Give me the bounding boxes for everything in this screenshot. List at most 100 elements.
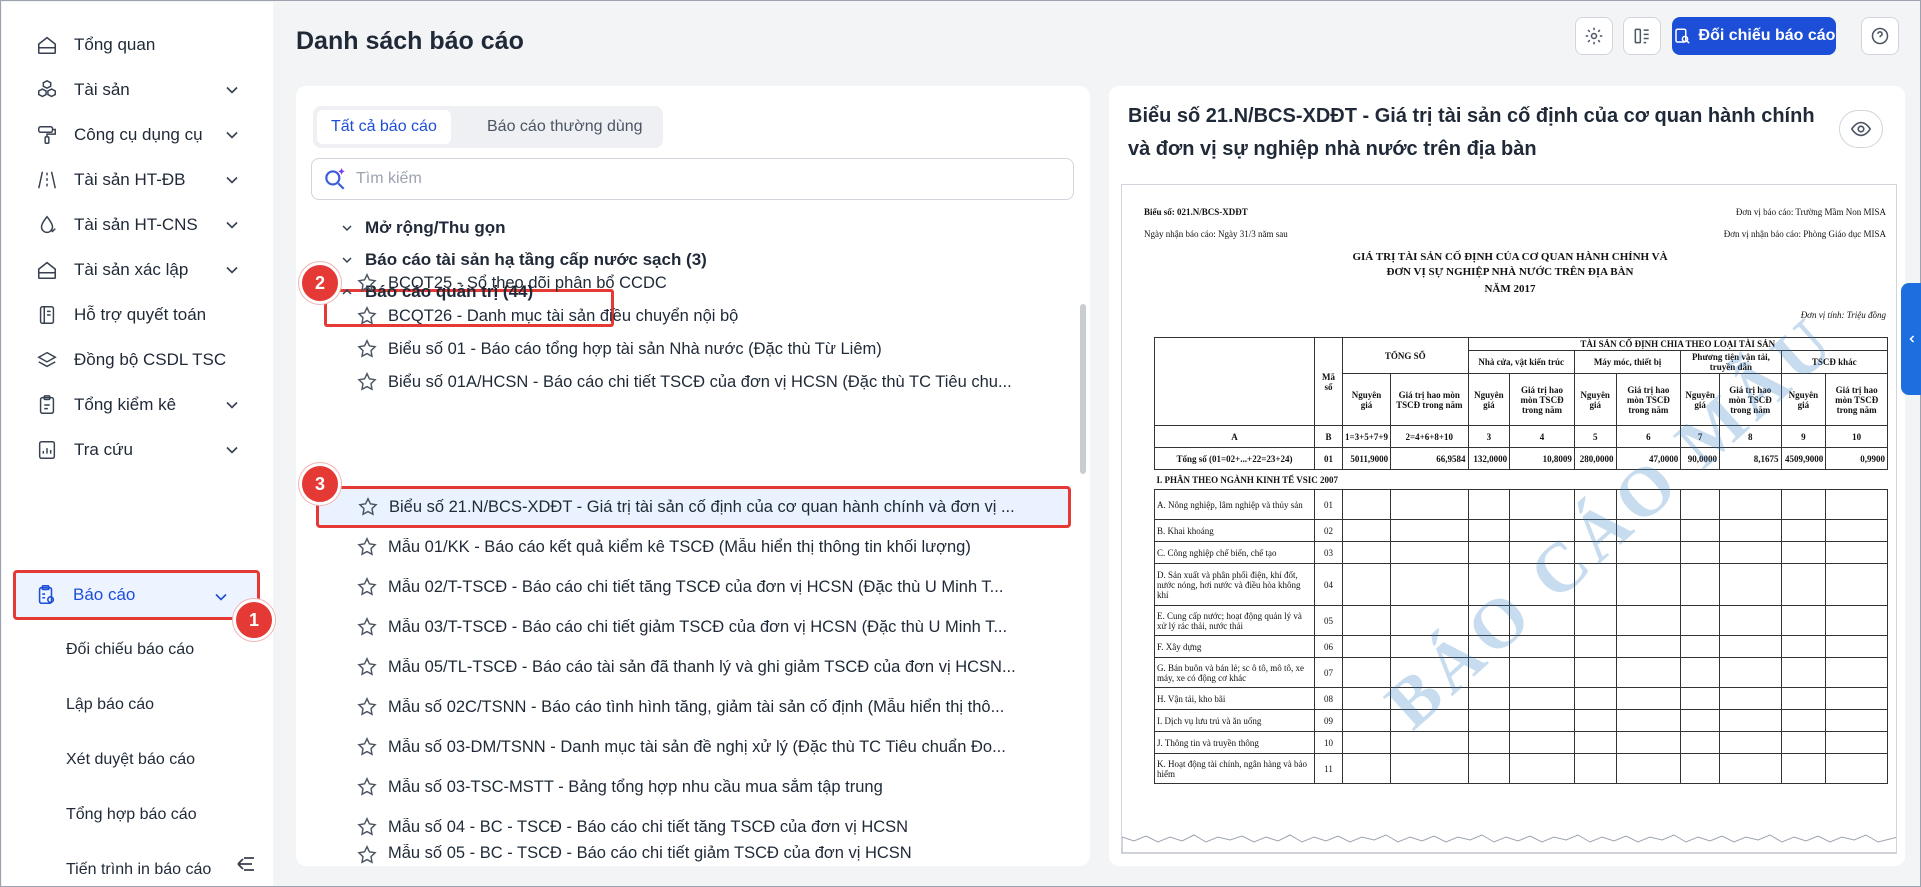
step-badge-2: 2 bbox=[299, 262, 341, 304]
chevron-down-icon[interactable] bbox=[222, 440, 242, 460]
table-cell: 01 bbox=[1314, 489, 1343, 520]
table-cell: 0,9900 bbox=[1825, 447, 1888, 470]
reporting-unit: Đơn vị báo cáo: Trường Mầm Non MISA bbox=[1735, 207, 1886, 217]
table-cell: 10 bbox=[1314, 731, 1343, 754]
star-icon[interactable] bbox=[356, 736, 378, 758]
chevron-down-icon[interactable] bbox=[222, 170, 242, 190]
sidebar-item-cong-cu-dung-cu[interactable]: Công cụ dụng cụ bbox=[14, 111, 268, 159]
sidebar-item-label: Đồng bộ CSDL TSC bbox=[74, 350, 227, 369]
report-name: Mẫu số 05 - BC - TSCĐ - Báo cáo chi tiết… bbox=[388, 844, 912, 862]
star-icon[interactable] bbox=[356, 536, 378, 558]
report-row[interactable]: Mẫu 02/T-TSCĐ - Báo cáo chi tiết tăng TS… bbox=[356, 568, 1081, 606]
star-icon[interactable] bbox=[356, 816, 378, 838]
table-cell: 02 bbox=[1314, 519, 1343, 542]
tab-frequent-reports[interactable]: Báo cáo thường dùng bbox=[473, 110, 657, 144]
table-cell: 3 bbox=[1467, 425, 1511, 448]
report-row[interactable]: Mẫu số 03-TSC-MSTT - Bảng tổng hợp nhu c… bbox=[356, 768, 1081, 806]
doc-year: NĂM 2017 bbox=[1484, 283, 1536, 295]
report-row[interactable]: Mẫu số 02C/TSNN - Báo cáo tình hình tăng… bbox=[356, 688, 1081, 726]
star-icon[interactable] bbox=[356, 656, 378, 678]
search-box[interactable] bbox=[311, 158, 1074, 200]
star-icon[interactable] bbox=[356, 272, 378, 294]
expand-collapse-toggle[interactable]: Mở rộng/Thu gọn bbox=[339, 218, 506, 238]
receiving-unit: Đơn vị nhận báo cáo: Phòng Giáo dục MISA bbox=[1723, 229, 1886, 239]
sidebar-item-tra-cuu[interactable]: Tra cứu bbox=[14, 426, 268, 474]
sub-item-tien-trinh-in-bao-cao[interactable]: Tiến trình in báo cáo bbox=[66, 861, 211, 879]
help-button[interactable] bbox=[1861, 17, 1899, 55]
star-icon[interactable] bbox=[356, 776, 378, 798]
sidebar-item-tong-quan[interactable]: Tổng quan bbox=[14, 21, 268, 69]
star-icon[interactable] bbox=[356, 616, 378, 638]
ai-search-icon bbox=[325, 168, 345, 190]
sidebar-item-tai-san[interactable]: Tài sản bbox=[14, 66, 268, 114]
table-cell: 11 bbox=[1314, 753, 1343, 784]
report-name: Biểu số 21.N/BCS-XDĐT - Giá trị tài sản … bbox=[389, 497, 1015, 516]
table-cell: B bbox=[1314, 425, 1343, 448]
table-header-dep: Giá trị hao mòn TSCĐ trong năm bbox=[1825, 373, 1888, 426]
collapse-sidebar-button[interactable] bbox=[224, 852, 264, 876]
chevron-down-icon[interactable] bbox=[222, 260, 242, 280]
doi-chieu-bao-cao-button[interactable]: Đối chiếu báo cáo bbox=[1672, 17, 1836, 55]
report-preview-panel: Biểu số 21.N/BCS-XDĐT - Giá trị tài sản … bbox=[1109, 86, 1905, 866]
chevron-down-icon[interactable] bbox=[222, 215, 242, 235]
table-cell: 66,9584 bbox=[1390, 447, 1469, 470]
layout-icon bbox=[1634, 28, 1649, 44]
sidebar-item-ho-tro-quyet-toan[interactable]: Hỗ trợ quyết toán bbox=[14, 291, 268, 339]
star-icon[interactable] bbox=[356, 371, 378, 393]
sidebar-item-label: Tài sản HT-CNS bbox=[74, 215, 198, 234]
sub-item-xet-duyet-bao-cao[interactable]: Xét duyệt báo cáo bbox=[66, 751, 195, 769]
report-row[interactable]: Mẫu số 03-DM/TSNN - Danh mục tài sản đề … bbox=[356, 728, 1081, 766]
report-name: Mẫu số 03-TSC-MSTT - Bảng tổng hợp nhu c… bbox=[388, 777, 883, 796]
chevron-down-icon[interactable] bbox=[222, 395, 242, 415]
report-row-selected[interactable]: Biểu số 21.N/BCS-XDĐT - Giá trị tài sản … bbox=[316, 486, 1071, 528]
star-icon[interactable] bbox=[356, 338, 378, 360]
table-cell: 2=4+6+8+10 bbox=[1390, 425, 1469, 448]
table-cell: E. Cung cấp nước; hoạt động quản lý và x… bbox=[1154, 605, 1315, 636]
clipboard-icon bbox=[34, 392, 60, 418]
sidebar-item-bao-cao[interactable]: Báo cáo bbox=[13, 570, 260, 620]
list-scrollbar[interactable] bbox=[1080, 304, 1086, 474]
sidebar-item-label: Tài sản xác lập bbox=[74, 260, 189, 279]
report-row[interactable]: Mẫu số 05 - BC - TSCĐ - Báo cáo chi tiết… bbox=[356, 844, 1081, 866]
star-icon[interactable] bbox=[356, 696, 378, 718]
step-badge-3: 3 bbox=[299, 463, 341, 505]
report-row[interactable]: Mẫu 05/TL-TSCĐ - Báo cáo tài sản đã than… bbox=[356, 648, 1081, 686]
report-row[interactable]: Mẫu số 04 - BC - TSCĐ - Báo cáo chi tiết… bbox=[356, 808, 1081, 846]
table-cell: 4 bbox=[1509, 425, 1575, 448]
sidebar-item-tai-san-xac-lap[interactable]: Tài sản xác lập bbox=[14, 246, 268, 294]
report-row[interactable]: Mẫu 03/T-TSCĐ - Báo cáo chi tiết giảm TS… bbox=[356, 608, 1081, 646]
side-expand-tab[interactable] bbox=[1901, 283, 1921, 395]
sub-item-doi-chieu-bao-cao[interactable]: Đối chiếu báo cáo bbox=[66, 641, 194, 659]
table-cell: 03 bbox=[1314, 541, 1343, 564]
sub-item-tong-hop-bao-cao[interactable]: Tổng hợp báo cáo bbox=[66, 806, 197, 824]
table-cell: H. Vận tải, kho bãi bbox=[1154, 687, 1315, 710]
star-icon[interactable] bbox=[356, 844, 378, 866]
star-icon[interactable] bbox=[356, 576, 378, 598]
table-header-code: Mã số bbox=[1314, 337, 1343, 426]
home-icon bbox=[34, 32, 60, 58]
sidebar: Tổng quan Tài sản Công cụ dụng cụ Tài sả… bbox=[2, 2, 273, 886]
chevron-down-icon[interactable] bbox=[222, 125, 242, 145]
sidebar-item-dong-bo-csdl[interactable]: Đồng bộ CSDL TSC bbox=[14, 336, 268, 384]
table-cell: A bbox=[1154, 425, 1315, 448]
chevron-down-icon[interactable] bbox=[222, 80, 242, 100]
report-name: Mẫu 02/T-TSCĐ - Báo cáo chi tiết tăng TS… bbox=[388, 577, 1004, 596]
table-cell: J. Thông tin và truyền thông bbox=[1154, 731, 1315, 754]
report-row[interactable]: Biểu số 01A/HCSN - Báo cáo chi tiết TSCĐ… bbox=[356, 363, 1081, 401]
sub-item-lap-bao-cao[interactable]: Lập báo cáo bbox=[66, 696, 154, 714]
help-icon bbox=[1871, 27, 1889, 45]
sidebar-item-tong-kiem-ke[interactable]: Tổng kiểm kê bbox=[14, 381, 268, 429]
report-row[interactable]: Mẫu 01/KK - Báo cáo kết quả kiểm kê TSCĐ… bbox=[356, 528, 1081, 566]
search-input[interactable] bbox=[356, 170, 1036, 188]
chevron-down-icon[interactable] bbox=[211, 587, 231, 607]
sidebar-item-tai-san-ht-db[interactable]: Tài sản HT-ĐB bbox=[14, 156, 268, 204]
star-icon[interactable] bbox=[357, 496, 379, 518]
sidebar-item-tai-san-ht-cns[interactable]: Tài sản HT-CNS bbox=[14, 201, 268, 249]
tab-all-reports[interactable]: Tất cả báo cáo bbox=[317, 110, 451, 144]
table-cell: 280,0000 bbox=[1573, 447, 1617, 470]
layout-button[interactable] bbox=[1623, 17, 1661, 55]
view-button[interactable] bbox=[1839, 110, 1883, 148]
star-icon[interactable] bbox=[356, 305, 378, 327]
settings-button[interactable] bbox=[1575, 17, 1613, 55]
house-icon bbox=[34, 257, 60, 283]
